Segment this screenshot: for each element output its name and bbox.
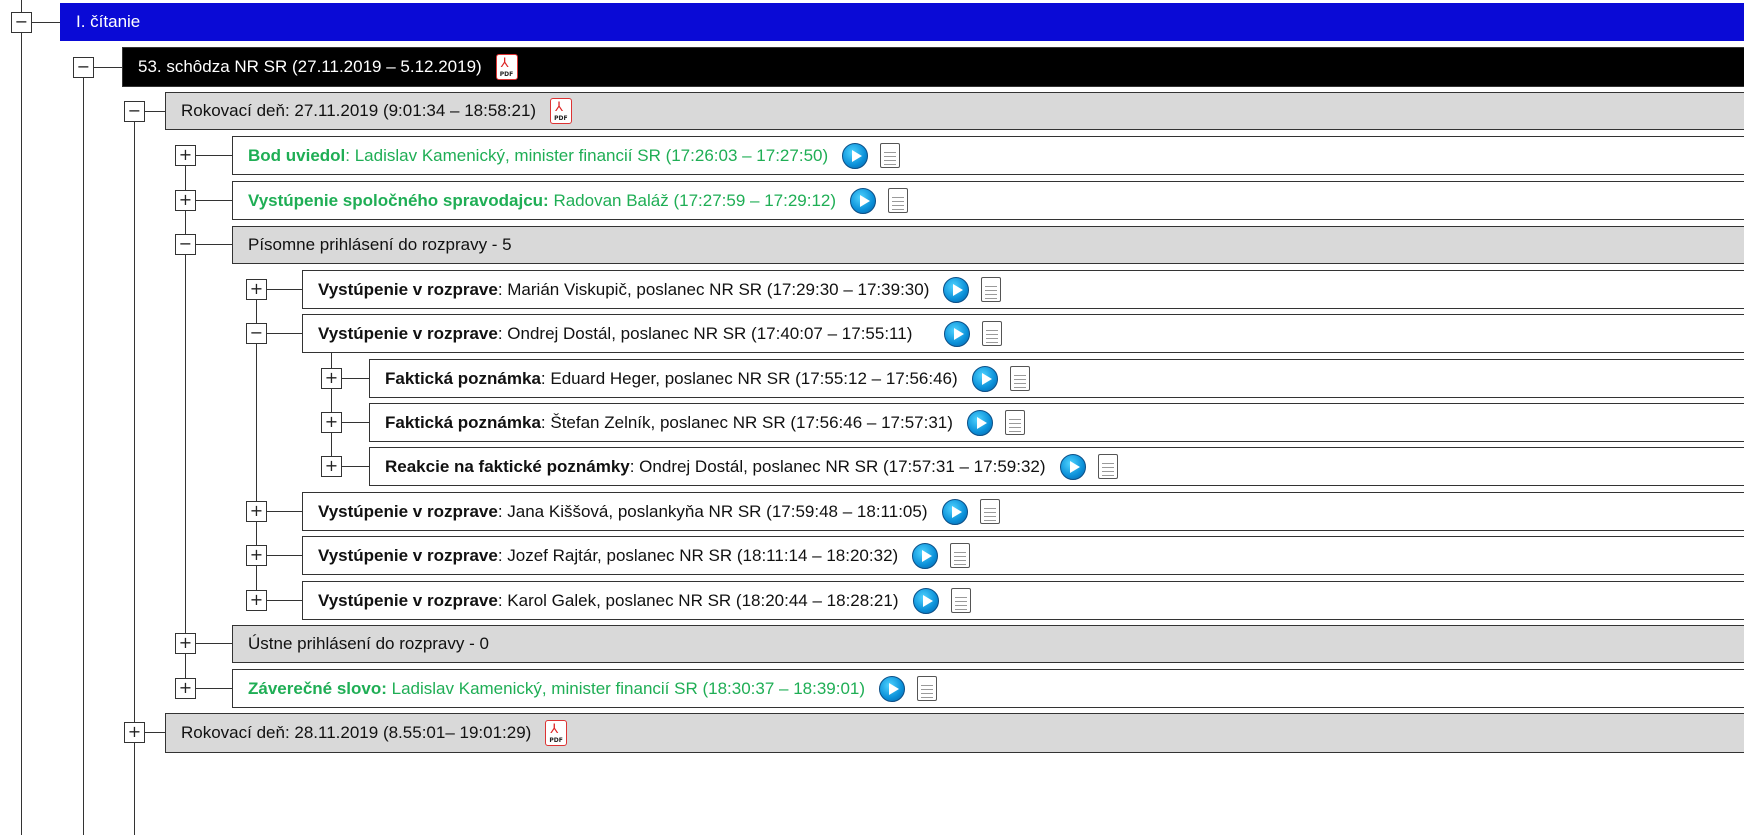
speech-text: Reakcie na faktické poznámky: Ondrej Dos… — [385, 456, 1046, 476]
tree-line — [83, 67, 84, 835]
transcript-document-icon[interactable] — [979, 499, 1000, 524]
expand-toggle[interactable]: + — [175, 145, 196, 166]
speech-row[interactable]: Vystúpenie spoločného spravodajcu: Radov… — [232, 181, 1744, 220]
tree-line — [21, 0, 22, 835]
speech-text: Faktická poznámka: Eduard Heger, poslane… — [385, 368, 958, 388]
speech-text: Vystúpenie v rozprave: Ondrej Dostál, po… — [318, 323, 913, 343]
collapse-toggle[interactable]: − — [73, 57, 94, 78]
tree-line — [195, 688, 233, 689]
transcript-document-icon[interactable] — [1009, 366, 1030, 391]
day-label: Rokovací deň: 27.11.2019 (9:01:34 – 18:5… — [181, 101, 537, 120]
expand-toggle[interactable]: + — [246, 590, 267, 611]
tree-line — [144, 111, 166, 112]
play-video-icon[interactable] — [912, 542, 939, 569]
speech-text: Vystúpenie v rozprave: Karol Galek, posl… — [318, 590, 899, 610]
play-video-icon[interactable] — [971, 365, 998, 392]
expand-toggle[interactable]: + — [321, 412, 342, 433]
group-label: Ústne prihlásení do rozpravy - 0 — [248, 634, 489, 653]
speech-row[interactable]: Vystúpenie v rozprave: Karol Galek, posl… — [302, 581, 1744, 620]
pdf-file-icon[interactable]: ⅄ PDF — [545, 720, 568, 746]
tree-line — [341, 422, 370, 423]
expand-toggle[interactable]: + — [175, 678, 196, 699]
group-label: Písomne prihlásení do rozpravy - 5 — [248, 235, 512, 254]
reading-label: I. čítanie — [76, 12, 141, 31]
collapse-toggle[interactable]: − — [175, 234, 196, 255]
group-header[interactable]: Písomne prihlásení do rozpravy - 5 — [232, 226, 1744, 264]
speech-text: Bod uviedol: Ladislav Kamenický, ministe… — [248, 145, 829, 165]
expand-toggle[interactable]: + — [124, 722, 145, 743]
speech-row[interactable]: Bod uviedol: Ladislav Kamenický, ministe… — [232, 136, 1744, 175]
speech-row[interactable]: Vystúpenie v rozprave: Jozef Rajtár, pos… — [302, 536, 1744, 575]
tree-line — [31, 22, 61, 23]
speech-text: Vystúpenie v rozprave: Marián Viskupič, … — [318, 279, 930, 299]
tree-line — [195, 643, 233, 644]
speech-text: Faktická poznámka: Štefan Zelník, poslan… — [385, 412, 953, 432]
expand-toggle[interactable]: + — [246, 545, 267, 566]
expand-toggle[interactable]: + — [175, 633, 196, 654]
transcript-document-icon[interactable] — [1004, 410, 1025, 435]
speech-row[interactable]: Vystúpenie v rozprave: Ondrej Dostál, po… — [302, 314, 1744, 353]
speech-text: Záverečné slovo: Ladislav Kamenický, min… — [248, 678, 866, 698]
play-video-icon[interactable] — [912, 587, 939, 614]
session-label: 53. schôdza NR SR (27.11.2019 – 5.12.201… — [138, 57, 482, 76]
play-video-icon[interactable] — [966, 409, 993, 436]
tree-line — [266, 511, 303, 512]
collapse-toggle[interactable]: − — [11, 12, 32, 33]
session-header[interactable]: 53. schôdza NR SR (27.11.2019 – 5.12.201… — [122, 47, 1744, 87]
day-header[interactable]: Rokovací deň: 27.11.2019 (9:01:34 – 18:5… — [165, 92, 1744, 130]
play-video-icon[interactable] — [944, 320, 971, 347]
collapse-toggle[interactable]: − — [124, 101, 145, 122]
transcript-document-icon[interactable] — [981, 277, 1002, 302]
tree-line — [195, 244, 233, 245]
speech-text: Vystúpenie v rozprave: Jana Kiššová, pos… — [318, 501, 928, 521]
tree-line — [266, 555, 303, 556]
speech-row[interactable]: Reakcie na faktické poznámky: Ondrej Dos… — [369, 447, 1744, 486]
tree-line — [331, 345, 332, 467]
collapse-toggle[interactable]: − — [246, 323, 267, 344]
tree-line — [266, 600, 303, 601]
transcript-document-icon[interactable] — [950, 543, 971, 568]
tree-line — [195, 155, 233, 156]
transcript-document-icon[interactable] — [917, 676, 938, 701]
speech-row[interactable]: Vystúpenie v rozprave: Jana Kiššová, pos… — [302, 492, 1744, 531]
tree-line — [93, 67, 123, 68]
speech-row[interactable]: Faktická poznámka: Štefan Zelník, poslan… — [369, 403, 1744, 442]
pdf-file-icon[interactable]: ⅄ PDF — [495, 54, 518, 80]
expand-toggle[interactable]: + — [321, 456, 342, 477]
reading-header[interactable]: I. čítanie — [60, 3, 1744, 41]
transcript-document-icon[interactable] — [982, 321, 1003, 346]
tree-line — [266, 289, 303, 290]
transcript-document-icon[interactable] — [950, 588, 971, 613]
tree-line — [341, 466, 370, 467]
expand-toggle[interactable]: + — [175, 190, 196, 211]
expand-toggle[interactable]: + — [246, 279, 267, 300]
day-header[interactable]: Rokovací deň: 28.11.2019 (8.55:01– 19:01… — [165, 713, 1744, 753]
speech-text: Vystúpenie spoločného spravodajcu: Radov… — [248, 190, 837, 210]
transcript-document-icon[interactable] — [880, 143, 901, 168]
pdf-file-icon[interactable]: ⅄ PDF — [550, 98, 573, 124]
group-header[interactable]: Ústne prihlásení do rozpravy - 0 — [232, 625, 1744, 663]
play-video-icon[interactable] — [842, 142, 869, 169]
play-video-icon[interactable] — [941, 498, 968, 525]
speech-row[interactable]: Vystúpenie v rozprave: Marián Viskupič, … — [302, 270, 1744, 309]
tree-line — [341, 378, 370, 379]
tree-line — [266, 333, 303, 334]
day-label: Rokovací deň: 28.11.2019 (8.55:01– 19:01… — [181, 723, 532, 742]
speech-row[interactable]: Faktická poznámka: Eduard Heger, poslane… — [369, 359, 1744, 398]
play-video-icon[interactable] — [943, 276, 970, 303]
speech-row[interactable]: Záverečné slovo: Ladislav Kamenický, min… — [232, 669, 1744, 708]
tree-line — [195, 200, 233, 201]
transcript-document-icon[interactable] — [888, 188, 909, 213]
expand-toggle[interactable]: + — [246, 501, 267, 522]
speech-text: Vystúpenie v rozprave: Jozef Rajtár, pos… — [318, 545, 899, 565]
play-video-icon[interactable] — [850, 187, 877, 214]
play-video-icon[interactable] — [1059, 453, 1086, 480]
play-video-icon[interactable] — [879, 675, 906, 702]
tree-line — [144, 732, 166, 733]
transcript-document-icon[interactable] — [1097, 454, 1118, 479]
expand-toggle[interactable]: + — [321, 368, 342, 389]
